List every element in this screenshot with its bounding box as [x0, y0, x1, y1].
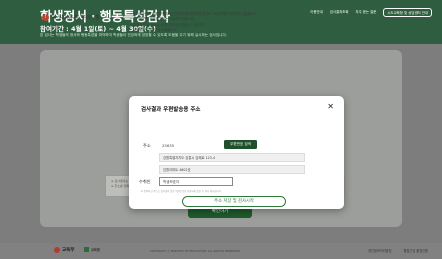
modal-title: 검사결과 우편발송용 주소: [141, 107, 201, 113]
office-logo: 교육청: [84, 247, 100, 252]
nav-link-counsel[interactable]: 시도교육청 및 상담센터 안내: [383, 7, 432, 17]
address-modal: 검사결과 우편발송용 주소 ✕ 주소 25635 우편번호 검색 강원특별자치도…: [129, 96, 344, 209]
copyright: COPYRIGHT ⓒ MINISTRY OF EDUCATION. ALL R…: [150, 249, 241, 253]
alert-icon: !: [42, 14, 49, 21]
footer: 교육부 교육청 COPYRIGHT ⓒ MINISTRY OF EDUCATIO…: [0, 243, 442, 259]
address-label: 주소: [143, 143, 151, 148]
modal-note: ※ 입력하신 주소는 검사결과 발송 목적으로만 사용되며 발송 후 즉시 파기…: [141, 190, 222, 193]
recipient-field[interactable]: 학생보호자: [159, 177, 233, 186]
accessibility-link[interactable]: 웹접근성 품질인증: [404, 248, 428, 253]
zipcode-field[interactable]: 25635: [159, 141, 190, 150]
notice-item: • 개인정보는 안전하게 보호됩니다.: [130, 28, 177, 33]
save-address-button[interactable]: 주소 저장 및 검사시작: [182, 196, 286, 207]
notice-heading: ! 꼭 읽어야 할 유의사항: [42, 14, 100, 21]
footer-links: 개인정보처리방침 웹접근성 품질인증: [368, 248, 428, 253]
address-line1-field[interactable]: 강원특별자치도 강릉시 임해로 123-4: [159, 153, 305, 162]
moe-logo: 교육부: [54, 247, 74, 253]
header-description: 본 검사는 학생들의 정서와 행동특성을 파악하여 학생들이 건강하게 성장할 …: [40, 33, 227, 37]
address-line2-field[interactable]: 임원아파트 4602호: [159, 165, 305, 174]
office-emblem-icon: [84, 247, 89, 252]
nav-link-faq[interactable]: 자주 묻는 질문: [355, 9, 376, 17]
close-icon[interactable]: ✕: [327, 102, 334, 111]
moe-emblem-icon: [54, 247, 60, 253]
recipient-label: 수취인: [139, 179, 151, 184]
privacy-link[interactable]: 개인정보처리방침: [368, 248, 391, 253]
zipcode-search-button[interactable]: 우편번호 검색: [224, 140, 257, 149]
notice-list: • 검사결과는 학생생활기록부 등 진단자료에 반영되지 않으며, 보호자에게 …: [130, 12, 356, 34]
